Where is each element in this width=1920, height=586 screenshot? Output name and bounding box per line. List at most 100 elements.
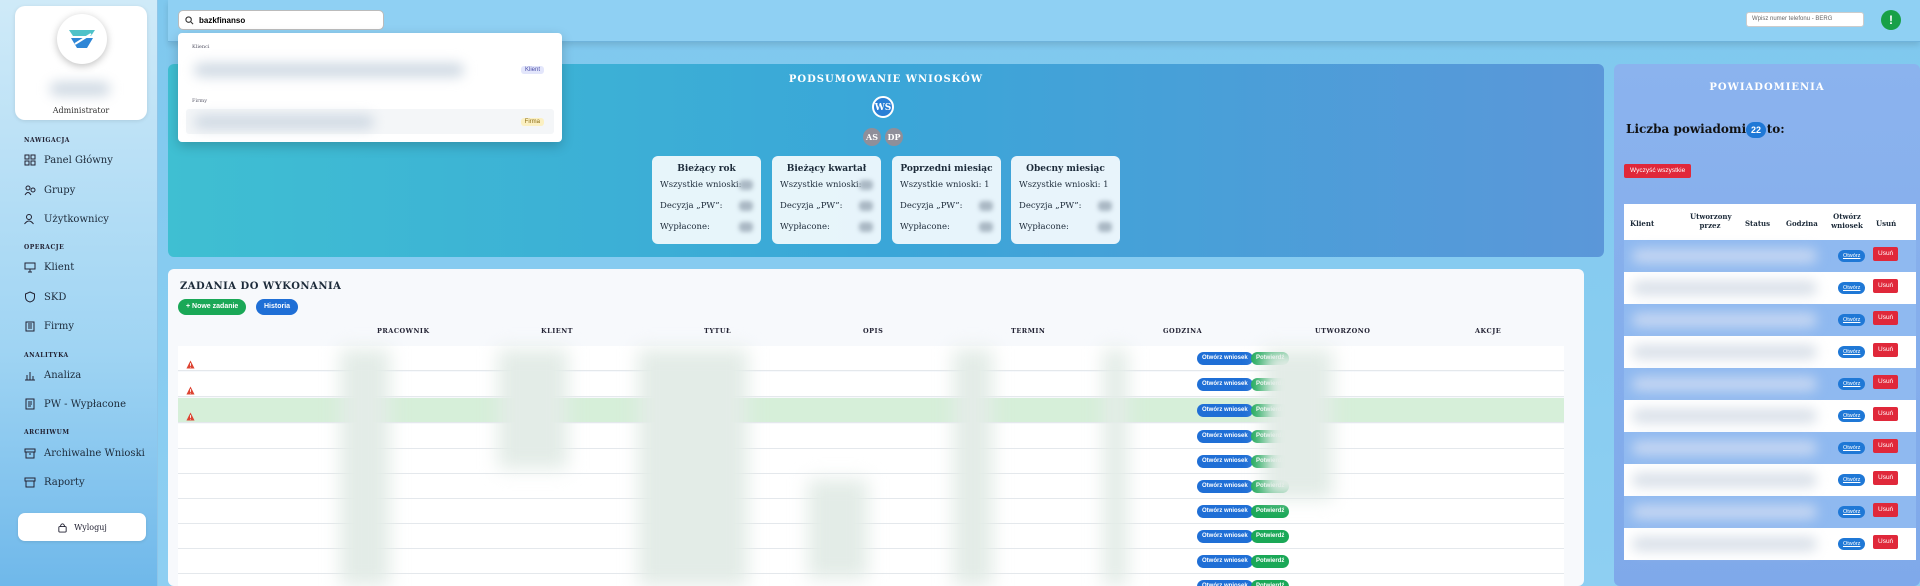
delete-button[interactable]: Usuń (1873, 407, 1899, 421)
summary-card-current-month: Obecny miesiąc Wszystkie wnioski: 1 Decy… (1011, 156, 1120, 244)
confirm-button[interactable]: Potwierdź (1251, 555, 1290, 568)
clear-all-button[interactable]: Wyczyść wszystkie (1624, 164, 1692, 178)
open-button[interactable]: Otwórz (1838, 506, 1866, 518)
col-godzina: Godzina (1786, 219, 1818, 228)
nav-section-analityka: ANALITYKA (24, 352, 69, 359)
delete-button[interactable]: Usuń (1873, 375, 1899, 389)
open-request-button[interactable]: Otwórz wniosek (1197, 480, 1253, 493)
notification-row[interactable]: Otwórz Usuń (1624, 304, 1916, 336)
open-button[interactable]: Otwórz (1838, 410, 1866, 422)
result-item-company[interactable]: Firma (186, 109, 554, 134)
sidebar-item-archiwalne[interactable]: Archiwalne Wnioski (24, 447, 145, 459)
search-box[interactable] (178, 10, 384, 30)
col-utworzony-przez: Utworzony przez (1690, 212, 1732, 230)
sidebar-item-label: Klient (44, 261, 75, 273)
col-klient: Klient (1630, 219, 1655, 228)
open-button[interactable]: Otwórz (1838, 346, 1866, 358)
confirm-button[interactable]: Potwierdź (1251, 530, 1290, 543)
sidebar-item-raporty[interactable]: Raporty (24, 476, 85, 488)
building-icon (25, 321, 35, 332)
sidebar-item-skd[interactable]: SKD (24, 291, 66, 303)
sidebar-item-panel[interactable]: Panel Główny (24, 154, 113, 166)
open-button[interactable]: Otwórz (1838, 314, 1866, 326)
notification-row[interactable]: Otwórz Usuń (1624, 336, 1916, 368)
sidebar-item-uzytkownicy[interactable]: Użytkownicy (24, 213, 109, 225)
open-request-button[interactable]: Otwórz wniosek (1197, 352, 1253, 365)
tasks-table-header: PRACOWNIK KLIENT TYTUŁ OPIS TERMIN GODZI… (178, 327, 1570, 339)
open-button[interactable]: Otwórz (1838, 442, 1866, 454)
new-task-button[interactable]: + Nowe zadanie (178, 299, 247, 315)
open-request-button[interactable]: Otwórz wniosek (1197, 580, 1253, 586)
card-pw-label: Decyzja „PW”: (780, 201, 843, 211)
open-request-button[interactable]: Otwórz wniosek (1197, 378, 1253, 391)
notification-row[interactable]: Otwórz Usuń (1624, 240, 1916, 272)
redacted-termin (953, 349, 993, 586)
summary-card-year: Bieżący rok Wszystkie wnioski: Decyzja „… (652, 156, 761, 244)
profile-card: Administrator (15, 6, 147, 120)
sidebar-item-label: Grupy (44, 184, 76, 196)
open-request-button[interactable]: Otwórz wniosek (1197, 430, 1253, 443)
open-button[interactable]: Otwórz (1838, 378, 1866, 390)
result-badge-klient: Klient (520, 66, 544, 74)
result-item-client[interactable]: Klient (186, 57, 554, 82)
alert-button[interactable]: ! (1881, 10, 1901, 30)
logout-button[interactable]: Wyloguj (18, 513, 146, 541)
sidebar-item-label: Firmy (44, 320, 75, 332)
phone-input[interactable]: Wpisz numer telefonu - BERG (1746, 12, 1864, 27)
nav-section-nawigacja: NAWIGACJA (24, 137, 70, 144)
card-pw-label: Decyzja „PW”: (900, 201, 963, 211)
open-request-button[interactable]: Otwórz wniosek (1197, 530, 1253, 543)
report-icon (24, 477, 36, 488)
card-paid-label: Wypłacone: (900, 222, 950, 232)
sidebar-item-pw-wyplacone[interactable]: PW - Wypłacone (24, 398, 126, 410)
result-text (194, 115, 374, 129)
col-klient: KLIENT (541, 327, 573, 335)
avatar-ws[interactable]: WS (872, 96, 894, 118)
dashboard-icon (24, 154, 36, 166)
shield-icon (25, 291, 35, 303)
sidebar-item-label: Raporty (44, 476, 85, 488)
open-button[interactable]: Otwórz (1838, 250, 1866, 262)
open-request-button[interactable]: Otwórz wniosek (1197, 404, 1253, 417)
search-icon (185, 15, 194, 24)
redacted-klient (498, 349, 568, 469)
delete-button[interactable]: Usuń (1873, 535, 1899, 549)
delete-button[interactable]: Usuń (1873, 343, 1899, 357)
sidebar-item-label: Panel Główny (44, 154, 113, 166)
sidebar-item-grupy[interactable]: Grupy (24, 184, 75, 196)
delete-button[interactable]: Usuń (1873, 439, 1899, 453)
open-button[interactable]: Otwórz (1838, 282, 1866, 294)
archive-icon (24, 448, 36, 459)
notification-row[interactable]: Otwórz Usuń (1624, 432, 1916, 464)
redacted-tytul (638, 349, 748, 586)
avatar-dp[interactable]: DP (885, 128, 903, 146)
col-status: Status (1745, 219, 1771, 228)
search-input[interactable] (199, 15, 369, 25)
sidebar-item-klient[interactable]: Klient (24, 261, 74, 273)
sidebar-item-firmy[interactable]: Firmy (24, 320, 74, 332)
notification-row[interactable]: Otwórz Usuń (1624, 528, 1916, 560)
open-button[interactable]: Otwórz (1838, 474, 1866, 486)
notification-row[interactable]: Otwórz Usuń (1624, 464, 1916, 496)
delete-button[interactable]: Usuń (1873, 471, 1899, 485)
notification-row[interactable]: Otwórz Usuń (1624, 496, 1916, 528)
tasks-title: ZADANIA DO WYKONANIA (180, 281, 342, 292)
sidebar-item-analiza[interactable]: Analiza (24, 369, 81, 381)
history-button[interactable]: Historia (256, 299, 299, 315)
delete-button[interactable]: Usuń (1873, 503, 1899, 517)
open-button[interactable]: Otwórz (1838, 538, 1866, 550)
open-request-button[interactable]: Otwórz wniosek (1197, 555, 1253, 568)
open-request-button[interactable]: Otwórz wniosek (1197, 505, 1253, 518)
delete-button[interactable]: Usuń (1873, 247, 1899, 261)
notification-row[interactable]: Otwórz Usuń (1624, 400, 1916, 432)
document-icon (25, 398, 35, 410)
notification-row[interactable]: Otwórz Usuń (1624, 368, 1916, 400)
redacted-godzina (1103, 349, 1128, 586)
confirm-button[interactable]: Potwierdź (1251, 505, 1290, 518)
open-request-button[interactable]: Otwórz wniosek (1197, 455, 1253, 468)
notification-row[interactable]: Otwórz Usuń (1624, 272, 1916, 304)
avatar-as[interactable]: AS (863, 128, 881, 146)
confirm-button[interactable]: Potwierdź (1251, 580, 1290, 586)
delete-button[interactable]: Usuń (1873, 279, 1899, 293)
delete-button[interactable]: Usuń (1873, 311, 1899, 325)
